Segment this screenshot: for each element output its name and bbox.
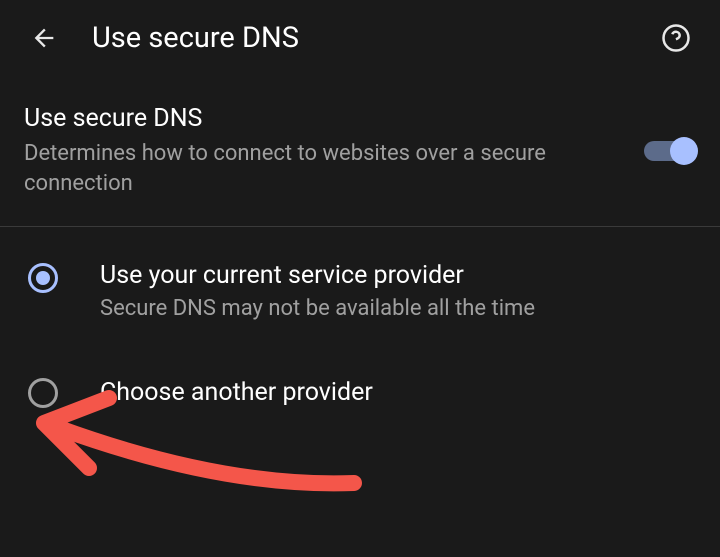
header: Use secure DNS bbox=[0, 0, 720, 76]
radio-current-provider[interactable]: Use your current service provider Secure… bbox=[0, 247, 720, 338]
toggle-title: Use secure DNS bbox=[24, 104, 624, 133]
secure-dns-toggle[interactable] bbox=[644, 141, 696, 161]
radio-current-title: Use your current service provider bbox=[100, 261, 535, 290]
toggle-subtitle: Determines how to connect to websites ov… bbox=[24, 139, 624, 198]
radio-button-unselected bbox=[28, 378, 58, 408]
radio-text-block: Use your current service provider Secure… bbox=[100, 261, 535, 324]
radio-button-selected bbox=[28, 263, 58, 293]
secure-dns-toggle-row[interactable]: Use secure DNS Determines how to connect… bbox=[0, 76, 720, 227]
toggle-text-block: Use secure DNS Determines how to connect… bbox=[24, 104, 644, 198]
radio-another-provider[interactable]: Choose another provider bbox=[0, 362, 720, 422]
radio-text-block: Choose another provider bbox=[100, 378, 373, 407]
provider-radio-group: Use your current service provider Secure… bbox=[0, 227, 720, 442]
back-arrow-icon bbox=[30, 24, 58, 52]
help-button[interactable] bbox=[656, 18, 696, 58]
toggle-knob bbox=[670, 137, 698, 165]
radio-dot bbox=[36, 271, 50, 285]
help-icon bbox=[661, 23, 691, 53]
radio-another-title: Choose another provider bbox=[100, 378, 373, 407]
radio-current-subtitle: Secure DNS may not be available all the … bbox=[100, 294, 535, 324]
page-title: Use secure DNS bbox=[92, 21, 628, 55]
back-button[interactable] bbox=[24, 18, 64, 58]
